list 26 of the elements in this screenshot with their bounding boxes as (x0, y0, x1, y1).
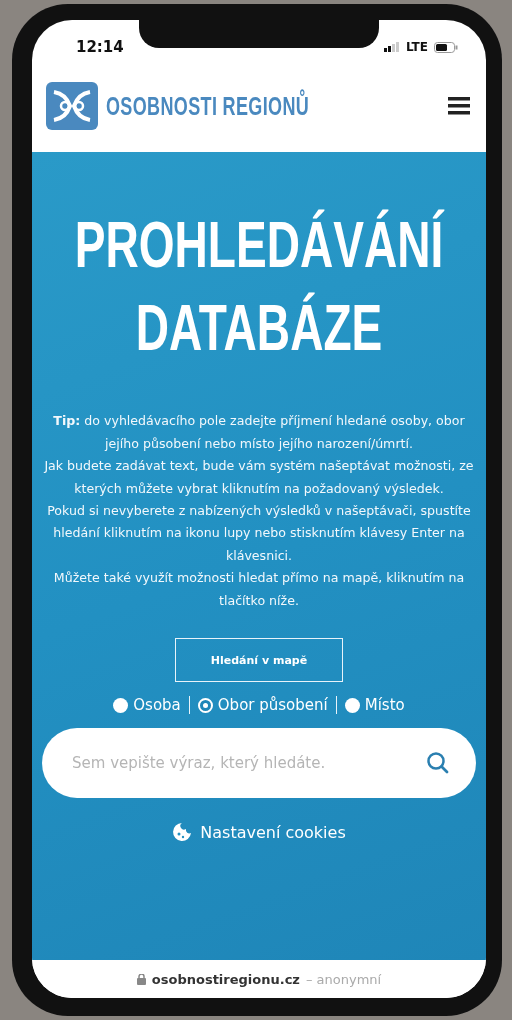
lock-icon (136, 973, 146, 985)
menu-icon[interactable] (448, 97, 470, 115)
logo-text: OSOBNOSTI REGIONŮ (106, 91, 310, 121)
tip-paragraph: Jak budete zadávat text, bude vám systém našeptávat možnosti, ze kterých můžete vybrat kliknutím na požadovaný výsledek. (44, 457, 474, 498)
browsing-mode: – anonymní (305, 971, 382, 987)
cookie-settings-link[interactable]: Nastavení cookies (172, 822, 346, 843)
radio-button[interactable] (197, 697, 213, 713)
radio-button[interactable] (113, 697, 129, 713)
map-search-button[interactable]: Hledání v mapě (175, 638, 343, 683)
tip-paragraph: Pokud si nevyberete z nabízených výsledků v našeptávači, spustíte hledání kliknutím na ikonu lupy nebo stisknutím klávesy Enter na klávesnici. (46, 502, 472, 565)
status-time: 12:14 (76, 38, 124, 56)
url-domain: osobnostiregionu.cz (151, 971, 300, 987)
search-input[interactable]: Sem vepište výraz, který hledáte. (70, 753, 426, 774)
page-title: PROHLEDÁVÁNÍ DATABÁZE (74, 208, 444, 367)
battery-icon (434, 41, 458, 53)
radio-button[interactable] (344, 697, 360, 713)
radio-label: Místo (364, 696, 405, 715)
tip-paragraph: Můžete také využít možnosti hledat přímo na mapě, kliknutím na tlačítko níže. (52, 569, 466, 610)
signal-icon (383, 42, 400, 52)
search-icon[interactable] (426, 751, 450, 776)
logo-icon (46, 82, 98, 130)
radio-label: Osoba (133, 696, 181, 715)
network-label: LTE (405, 40, 428, 54)
cookie-icon (172, 822, 193, 843)
radio-label: Obor působení (217, 696, 328, 715)
tip-paragraph: Tip: do vyhledávacího pole zadejte příjmení hledané osoby, obor jejího působení nebo místo jejího narození/úmrtí. (52, 412, 466, 453)
